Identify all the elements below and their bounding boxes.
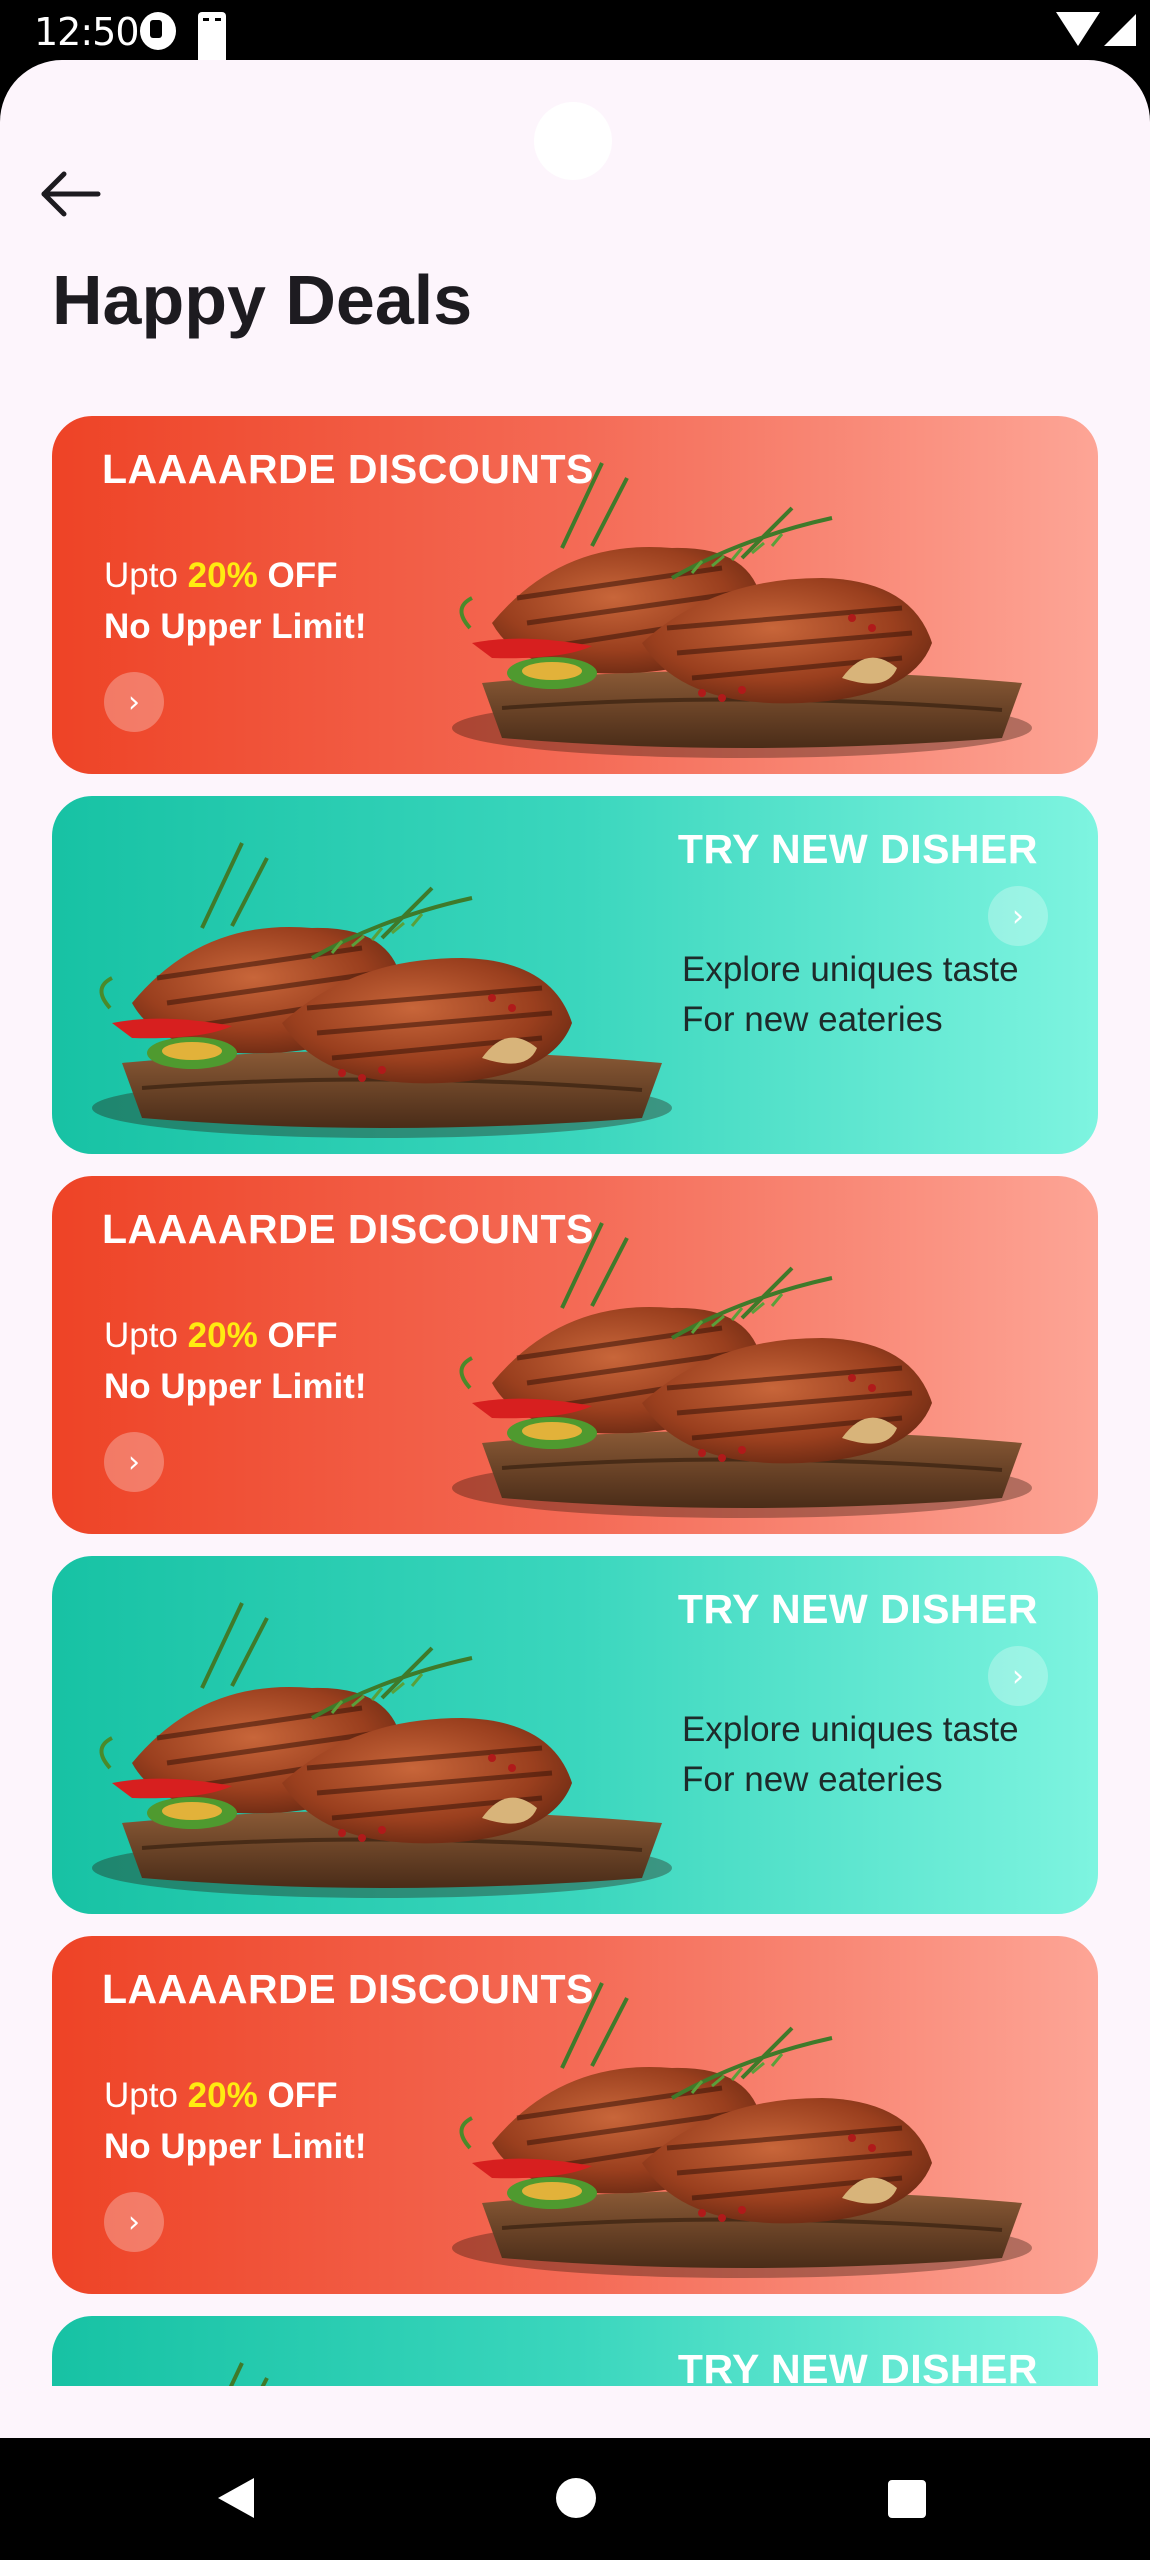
status-time: 12:50 — [34, 10, 140, 54]
steak-image — [82, 808, 682, 1148]
steak-image — [82, 2328, 682, 2386]
deal-title: TRY NEW DISHER — [677, 2346, 1038, 2386]
offer-prefix: Upto — [104, 2076, 178, 2115]
explore-text: Explore uniques taste — [682, 1710, 1019, 1749]
chevron-right-icon: › — [128, 684, 140, 720]
eateries-text: For new eateries — [682, 1000, 943, 1039]
offer-prefix: Upto — [104, 1316, 178, 1355]
home-circle-icon[interactable] — [556, 2478, 596, 2518]
deal-card-try[interactable]: TRY NEW DISHER › Explore uniques taste F… — [52, 1556, 1098, 1914]
signal-icon — [1104, 14, 1136, 46]
eateries-text: For new eateries — [682, 1760, 943, 1799]
offer-percent: 20% — [187, 556, 258, 595]
offer-percent: 20% — [187, 2076, 258, 2115]
chevron-right-icon: › — [1012, 898, 1024, 934]
offer-suffix: OFF — [267, 556, 338, 595]
deal-card-try[interactable]: TRY NEW DISHER › Explore uniques taste F… — [52, 796, 1098, 1154]
offer-suffix: OFF — [267, 1316, 338, 1355]
chevron-right-button[interactable]: › — [988, 886, 1048, 946]
deal-title: TRY NEW DISHER — [677, 1586, 1038, 1632]
page-title: Happy Deals — [52, 261, 473, 339]
wifi-icon — [1056, 12, 1100, 46]
camera-cutout — [534, 102, 612, 180]
deal-card-discount[interactable]: LAAAARDE DISCOUNTS Upto 20% OFF No Upper… — [52, 416, 1098, 774]
deal-title: LAAAARDE DISCOUNTS — [102, 1206, 594, 1252]
recents-square-icon[interactable] — [888, 2480, 926, 2518]
offer-line: Upto 20% OFF — [104, 556, 337, 596]
steak-image — [82, 1568, 682, 1908]
limit-text: No Upper Limit! — [104, 1367, 367, 1406]
limit-text: No Upper Limit! — [104, 2127, 367, 2166]
chevron-right-button[interactable]: › — [104, 1432, 164, 1492]
offer-percent: 20% — [187, 1316, 258, 1355]
explore-text: Explore uniques taste — [682, 950, 1019, 989]
limit-text: No Upper Limit! — [104, 607, 367, 646]
deal-card-discount[interactable]: LAAAARDE DISCOUNTS Upto 20% OFF No Upper… — [52, 1936, 1098, 2294]
chevron-right-button[interactable]: › — [988, 1646, 1048, 1706]
app-screen: Happy Deals LAAAARDE DISCOUNTS Upto 20% … — [0, 60, 1150, 2438]
chevron-right-icon: › — [128, 1444, 140, 1480]
offer-prefix: Upto — [104, 556, 178, 595]
back-triangle-icon[interactable] — [218, 2478, 254, 2518]
offer-suffix: OFF — [267, 2076, 338, 2115]
data-saver-icon — [140, 12, 176, 50]
deals-list[interactable]: LAAAARDE DISCOUNTS Upto 20% OFF No Upper… — [52, 416, 1098, 2386]
chevron-right-icon: › — [1012, 1658, 1024, 1694]
deal-title: TRY NEW DISHER — [677, 826, 1038, 872]
arrow-left-icon — [41, 171, 101, 217]
offer-line: Upto 20% OFF — [104, 1316, 337, 1356]
chevron-right-icon: › — [128, 2204, 140, 2240]
chevron-right-button[interactable]: › — [104, 672, 164, 732]
chevron-right-button[interactable]: › — [104, 2192, 164, 2252]
deal-title: LAAAARDE DISCOUNTS — [102, 1966, 594, 2012]
deal-title: LAAAARDE DISCOUNTS — [102, 446, 594, 492]
deal-card-discount[interactable]: LAAAARDE DISCOUNTS Upto 20% OFF No Upper… — [52, 1176, 1098, 1534]
offer-line: Upto 20% OFF — [104, 2076, 337, 2116]
back-button[interactable] — [36, 158, 108, 230]
system-nav-bar — [0, 2438, 1150, 2560]
deal-card-try[interactable]: TRY NEW DISHER — [52, 2316, 1098, 2386]
status-bar: 12:50 — [0, 0, 1150, 370]
